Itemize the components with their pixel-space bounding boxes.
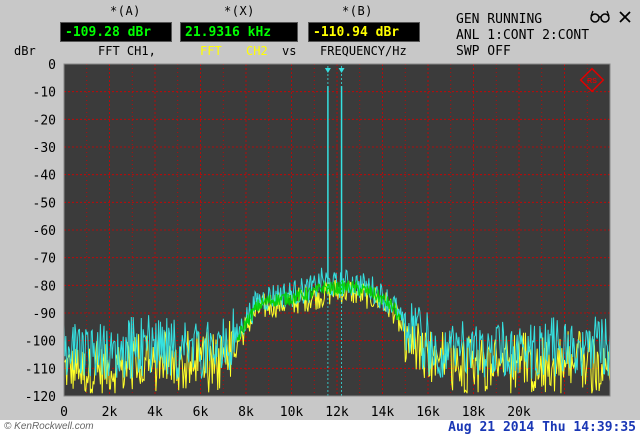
x-tick-label: 20k [507, 405, 531, 420]
x-tick-label: 2k [102, 405, 118, 420]
x-tick-label: 14k [371, 405, 395, 420]
y-tick-label: -30 [33, 141, 56, 156]
y-tick-label: -50 [33, 196, 56, 211]
y-tick-label: -120 [25, 390, 56, 405]
y-tick-label: -90 [33, 307, 56, 322]
y-tick-label: -10 [33, 86, 56, 101]
x-tick-label: 6k [193, 405, 209, 420]
y-tick-label: -40 [33, 169, 56, 184]
y-tick-label: -20 [33, 113, 56, 128]
x-tick-label: 0 [60, 405, 68, 420]
x-tick-label: 10k [280, 405, 304, 420]
y-tick-label: -60 [33, 224, 56, 239]
timestamp: Aug 21 2014 Thu 14:39:35 [448, 420, 636, 435]
y-tick-label: -70 [33, 252, 56, 267]
y-tick-label: 0 [48, 58, 56, 73]
x-tick-label: 16k [416, 405, 440, 420]
y-tick-label: -80 [33, 279, 56, 294]
y-tick-label: -100 [25, 335, 56, 350]
watermark: © KenRockwell.com [4, 421, 94, 432]
analyzer-screen: *(A) *(X) *(B) -109.28 dBr 21.9316 kHz -… [0, 0, 640, 436]
x-tick-label: 4k [147, 405, 163, 420]
x-tick-label: 8k [238, 405, 254, 420]
x-tick-label: 18k [462, 405, 486, 420]
spectrum-chart: 0 2k 4k 6k 8k 10k 12k 14k 16k 18k 20k 0 -10 -20 -30 -40… [25, 58, 611, 420]
x-tick-label: 12k [325, 405, 349, 420]
svg-text:RS: RS [587, 78, 597, 85]
y-tick-label: -110 [25, 362, 56, 377]
